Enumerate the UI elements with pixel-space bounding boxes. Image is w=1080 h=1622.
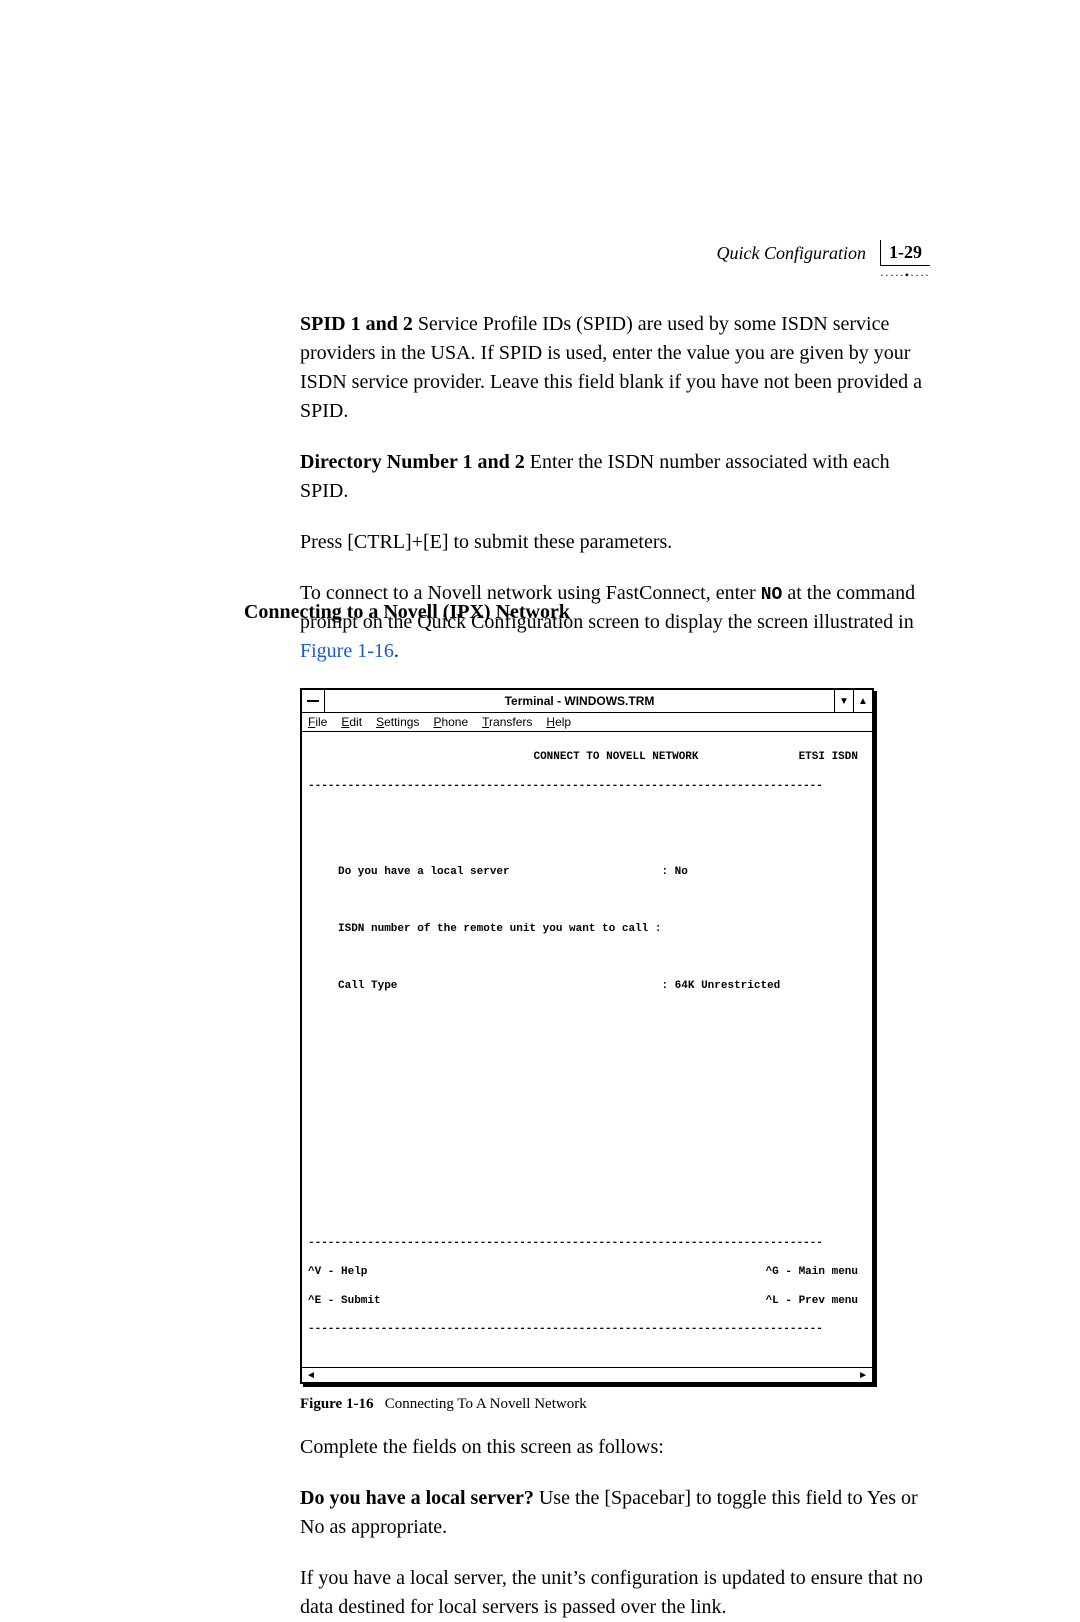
figure-caption: Figure 1-16 Connecting To A Novell Netwo… xyxy=(300,1396,950,1413)
dots-icon: ·····•···· xyxy=(880,268,930,283)
menu-file[interactable]: File xyxy=(308,715,327,729)
menu-transfers[interactable]: Transfers xyxy=(482,715,532,729)
footer-prevmenu: ^L - Prev menu xyxy=(766,1294,858,1308)
menu-edit[interactable]: Edit xyxy=(341,715,362,729)
figure-title: Connecting To A Novell Network xyxy=(385,1396,587,1412)
terminal-window: Terminal - WINDOWS.TRM ▼ ▲ File Edit Set… xyxy=(300,688,874,1384)
running-title: Quick Configuration xyxy=(717,243,867,264)
term-header-center: CONNECT TO NOVELL NETWORK xyxy=(533,750,698,764)
para-dirnum: Directory Number 1 and 2 Enter the ISDN … xyxy=(300,448,925,506)
section-heading: Connecting to a Novell (IPX) Network xyxy=(200,601,570,624)
terminal-content: CONNECT TO NOVELL NETWORK ETSI ISDN -----… xyxy=(302,732,872,1367)
footer-mainmenu: ^G - Main menu xyxy=(766,1265,858,1279)
para-spid: SPID 1 and 2 Service Profile IDs (SPID) … xyxy=(300,310,925,426)
figure-number: Figure 1-16 xyxy=(300,1396,373,1412)
q-call-type-label: Call Type xyxy=(338,980,397,992)
divider-end: ----------------------------------------… xyxy=(308,1322,866,1336)
divider-bottom: ----------------------------------------… xyxy=(308,1236,866,1250)
heading-spid: SPID 1 and 2 xyxy=(300,313,413,335)
connect-cmd: NO xyxy=(761,585,783,605)
system-menu-icon[interactable] xyxy=(302,690,325,712)
minimize-icon[interactable]: ▼ xyxy=(834,690,853,712)
menubar: File Edit Settings Phone Transfers Help xyxy=(302,713,872,732)
scrollbar-horizontal[interactable]: ◄ ► xyxy=(302,1367,872,1382)
para-local-server-note: If you have a local server, the unit’s c… xyxy=(300,1564,925,1622)
para-local-server-q: Do you have a local server? Use the [Spa… xyxy=(300,1484,925,1542)
titlebar: Terminal - WINDOWS.TRM ▼ ▲ xyxy=(302,690,872,713)
body: SPID 1 and 2 Service Profile IDs (SPID) … xyxy=(200,310,950,1622)
figure-link[interactable]: Figure 1-16 xyxy=(300,640,394,662)
section-connecting: Connecting to a Novell (IPX) Network To … xyxy=(200,579,950,666)
maximize-icon[interactable]: ▲ xyxy=(853,690,872,712)
term-header-right: ETSI ISDN xyxy=(799,750,858,764)
scroll-left-icon[interactable]: ◄ xyxy=(306,1370,316,1381)
footer-submit: ^E - Submit xyxy=(308,1294,381,1308)
menu-phone[interactable]: Phone xyxy=(433,715,468,729)
q-call-type-value: : 64K Unrestricted xyxy=(661,980,780,992)
q-isdn-number-label: ISDN number of the remote unit you want … xyxy=(338,923,661,935)
q-local-server-value: : No xyxy=(661,866,687,878)
connect-post: . xyxy=(394,640,399,662)
menu-help[interactable]: Help xyxy=(546,715,571,729)
window-title: Terminal - WINDOWS.TRM xyxy=(325,690,834,712)
divider-top: ----------------------------------------… xyxy=(308,779,866,793)
scroll-right-icon[interactable]: ► xyxy=(858,1370,868,1381)
page-number: 1-29 xyxy=(880,240,930,266)
page: Quick Configuration 1-29 ·····•···· SPID… xyxy=(0,0,1080,1528)
menu-settings[interactable]: Settings xyxy=(376,715,419,729)
para-complete-fields: Complete the fields on this screen as fo… xyxy=(300,1433,925,1462)
footer-help: ^V - Help xyxy=(308,1265,367,1279)
heading-local-server: Do you have a local server? xyxy=(300,1487,534,1509)
heading-dirnum: Directory Number 1 and 2 xyxy=(300,451,525,473)
para-submit-hint: Press [CTRL]+[E] to submit these paramet… xyxy=(300,528,925,557)
q-local-server-label: Do you have a local server xyxy=(338,866,510,878)
running-head: Quick Configuration 1-29 xyxy=(717,240,931,266)
